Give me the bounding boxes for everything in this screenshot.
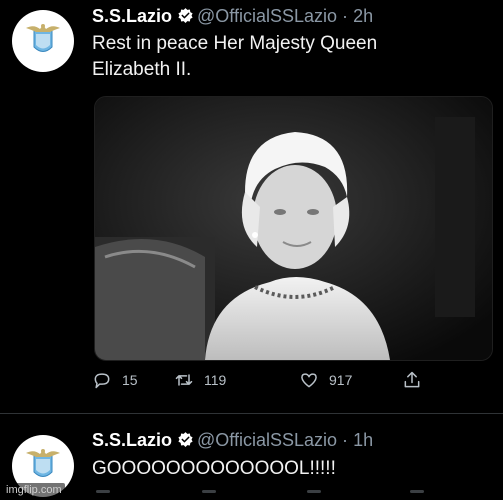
retweet-icon[interactable] [202,490,216,493]
reply-count: 15 [122,372,138,388]
share-button[interactable] [402,370,422,390]
separator-dot: · [342,430,349,450]
tweet-text: Rest in peace Her Majesty Queen Elizabet… [92,31,482,83]
tweet-divider [0,413,503,414]
portrait-photo-icon [95,97,492,360]
share-icon [404,371,420,388]
tweet-header: S.S.Lazio @OfficialSSLazio · 2h [92,5,373,27]
tweet-1[interactable]: S.S.Lazio @OfficialSSLazio · 2h Rest in … [0,0,503,412]
tweet-text-line-1: Rest in peace Her Majesty Queen [92,33,378,54]
reply-icon[interactable] [96,490,110,493]
author-name[interactable]: S.S.Lazio [92,6,172,26]
tweet-time[interactable]: 2h [353,6,373,26]
tweet-time[interactable]: 1h [353,430,373,450]
tweet-text-line-2: Elizabeth II. [92,59,192,80]
separator-dot: · [342,6,349,26]
tweet-media-photo[interactable] [94,96,493,361]
reply-icon [94,373,110,389]
like-count: 917 [329,372,353,388]
watermark: imgflip.com [3,483,65,497]
reply-button[interactable]: 15 [92,370,138,390]
like-button[interactable]: 917 [299,370,352,390]
retweet-button[interactable]: 119 [174,370,226,390]
verified-badge-icon [178,432,193,447]
tweet-header: S.S.Lazio @OfficialSSLazio · 1h [92,429,373,451]
author-handle[interactable]: @OfficialSSLazio [197,430,337,450]
heart-icon [301,373,317,388]
verified-badge-icon [178,8,193,23]
tweet-text: GOOOOOOOOOOOOOL!!!!! [92,458,336,479]
share-icon[interactable] [410,490,424,493]
retweet-icon [175,374,193,386]
retweet-count: 119 [204,372,227,388]
author-handle[interactable]: @OfficialSSLazio [197,6,337,26]
author-name[interactable]: S.S.Lazio [92,430,172,450]
tweet-actions: 15 119 917 [92,370,492,396]
avatar[interactable] [12,10,74,72]
heart-icon[interactable] [307,490,321,493]
lazio-eagle-crest-icon [26,24,60,52]
